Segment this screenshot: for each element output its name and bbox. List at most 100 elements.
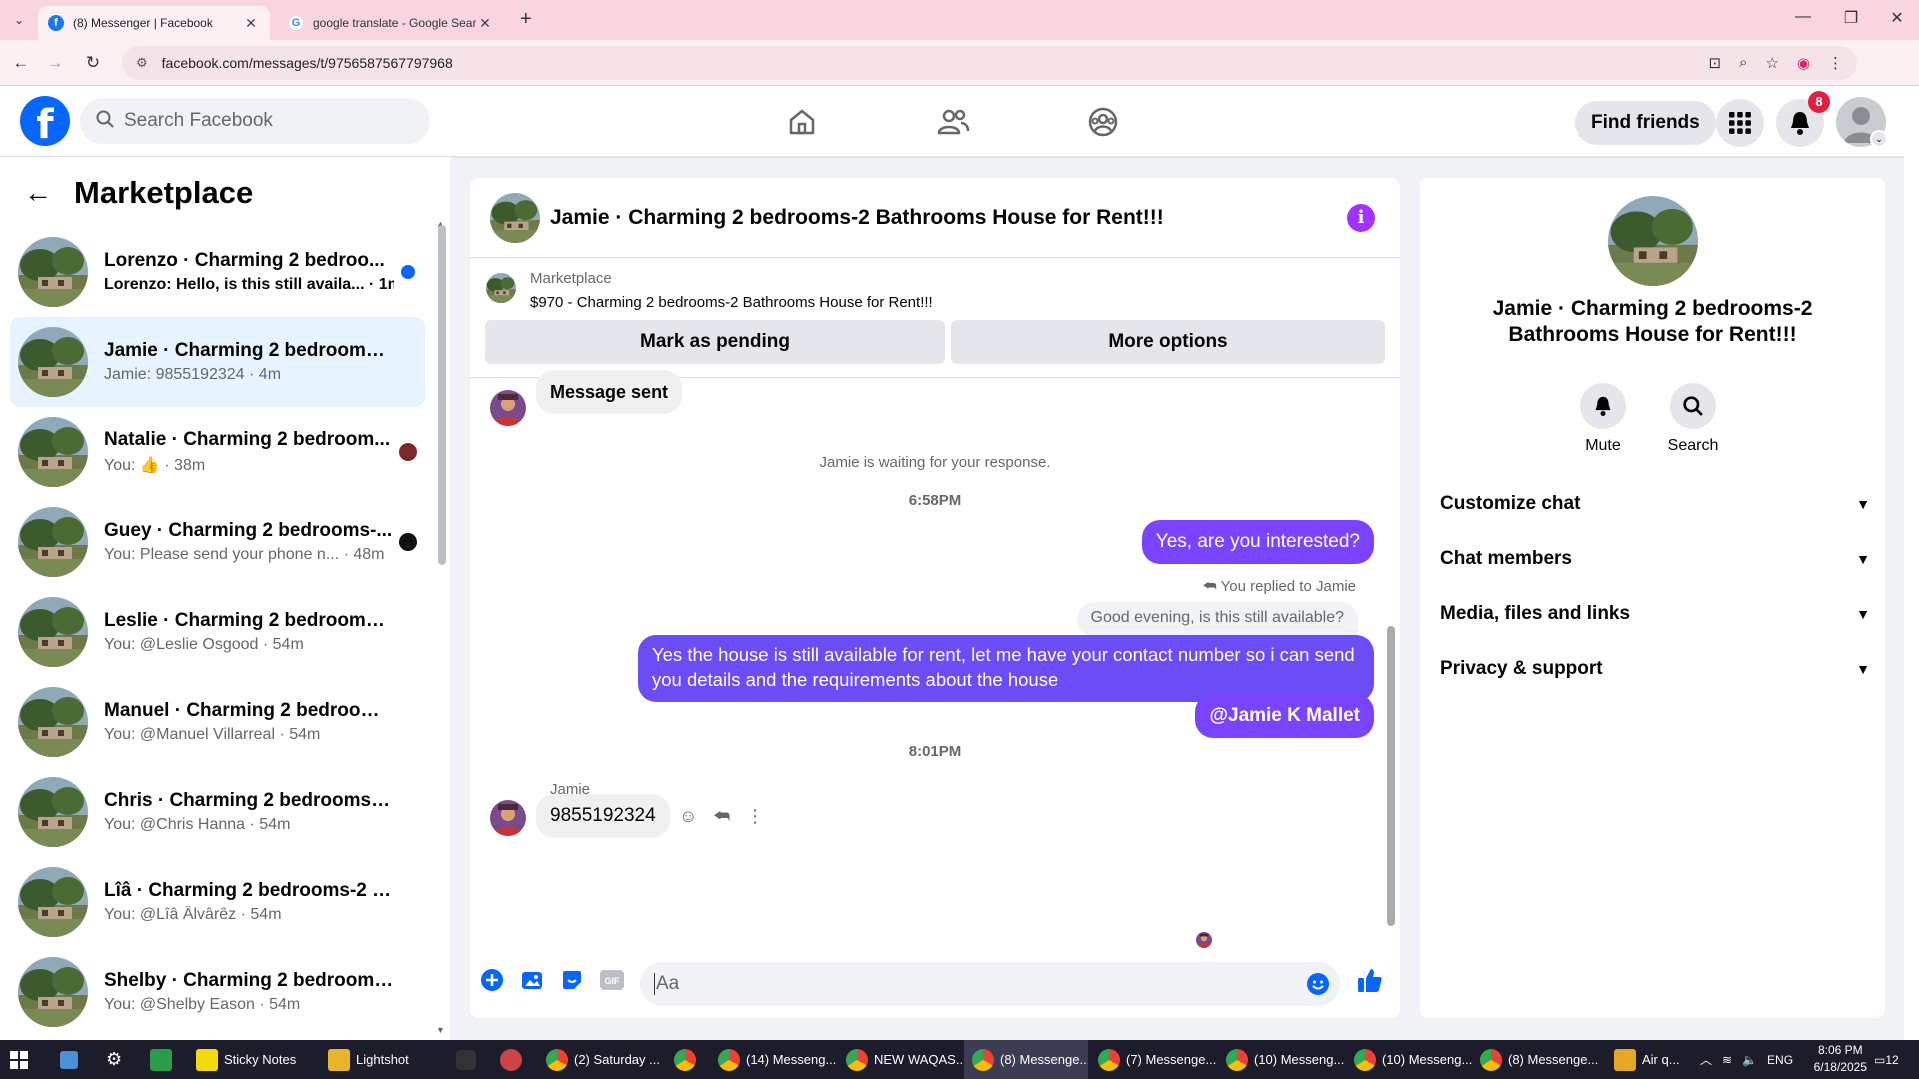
outgoing-message[interactable]: Yes, are you interested? [1141, 520, 1374, 564]
language-indicator[interactable]: ENG [1767, 1053, 1793, 1067]
conversation-item[interactable]: Chris · Charming 2 bedrooms-2 ... You: @C… [10, 767, 425, 857]
listing-profile-photo[interactable] [1608, 196, 1698, 286]
address-bar[interactable]: ⚙ facebook.com/messages/t/97565875677979… [122, 46, 1857, 80]
system-tray[interactable]: ︿ ≋ 🔈 ENG [1700, 1040, 1793, 1079]
facebook-logo-icon[interactable]: f [20, 96, 70, 146]
tab-messenger[interactable]: f (8) Messenger | Facebook ✕ [38, 6, 270, 40]
tray-chevron-icon[interactable]: ︿ [1700, 1051, 1712, 1068]
chat-members-section[interactable]: Chat members ▼ [1440, 537, 1870, 581]
chrome-icon[interactable] [674, 1040, 702, 1079]
privacy-support-section[interactable]: Privacy & support ▼ [1440, 647, 1870, 691]
jamie-avatar[interactable] [490, 800, 526, 836]
incoming-message[interactable]: 9855192324 [536, 794, 670, 838]
conversation-item[interactable]: Jamie · Charming 2 bedrooms-2 ... Jamie: … [10, 317, 425, 407]
taskbar-chrome-window[interactable]: NEW WAQAS... [846, 1040, 967, 1079]
more-kebab-icon[interactable]: ⋮ [746, 806, 764, 827]
page-scrollbar[interactable] [1904, 86, 1919, 1040]
back-arrow-icon[interactable]: ← [24, 177, 52, 209]
taskbar-chrome-window[interactable]: (7) Messenge... [1098, 1040, 1216, 1079]
profile-icon[interactable]: ◉ [1797, 54, 1810, 72]
install-app-icon[interactable]: ⊡ [1708, 54, 1721, 72]
outgoing-message[interactable]: Yes the house is still available for ren… [638, 635, 1374, 702]
taskbar-chrome-window-active[interactable]: (8) Messenge... [964, 1040, 1088, 1079]
conversation-item[interactable]: Natalie · Charming 2 bedroom... You: 👍 · … [10, 407, 425, 497]
taskbar-clock[interactable]: 8:06 PM 6/18/2025 [1814, 1042, 1867, 1076]
close-tab-icon[interactable]: ✕ [476, 15, 494, 32]
site-info-icon[interactable]: ⚙ [136, 55, 148, 71]
friends-icon[interactable] [933, 102, 973, 142]
listing-title[interactable]: $970 - Charming 2 bedrooms-2 Bathrooms H… [530, 294, 933, 311]
start-button[interactable] [10, 1040, 28, 1079]
menu-grid-button[interactable] [1716, 99, 1764, 147]
conversation-item[interactable]: Leslie · Charming 2 bedrooms-2 ... You: @… [10, 587, 425, 677]
mute-button[interactable]: Mute [1563, 383, 1643, 455]
listing-avatar[interactable] [490, 192, 540, 243]
chevron-down-icon[interactable]: ⌄ [1870, 130, 1888, 148]
scroll-down-icon[interactable]: ▼ [436, 1025, 445, 1035]
mark-as-pending-button[interactable]: Mark as pending [485, 320, 945, 364]
app-icon[interactable] [500, 1040, 528, 1079]
mute-label: Mute [1585, 437, 1621, 454]
close-tab-icon[interactable]: ✕ [242, 15, 260, 32]
zoom-icon[interactable]: ⌕ [1739, 54, 1747, 72]
forward-button[interactable]: → [42, 50, 68, 76]
menu-kebab-icon[interactable]: ⋮ [1828, 54, 1843, 72]
search-facebook-input[interactable]: Search Facebook [80, 98, 430, 144]
tab-title: (8) Messenger | Facebook [73, 16, 213, 30]
reply-icon[interactable]: ⮪ [713, 806, 730, 827]
media-files-links-section[interactable]: Media, files and links ▼ [1440, 592, 1870, 636]
reload-button[interactable]: ↻ [80, 50, 106, 76]
info-icon[interactable]: i [1347, 204, 1375, 232]
tab-search-dropdown[interactable]: ⌄ [8, 9, 30, 31]
settings-gear-icon[interactable]: ⚙ [106, 1040, 122, 1079]
notification-center[interactable]: ▭ 12 [1874, 1040, 1899, 1079]
emoji-icon[interactable] [1306, 972, 1330, 1002]
conversation-item[interactable]: Lorenzo · Charming 2 bedroo... Lorenzo: H… [10, 227, 425, 317]
react-emoji-icon[interactable]: ☺ [679, 806, 697, 827]
taskbar-sticky-notes[interactable]: Sticky Notes [196, 1040, 296, 1079]
plus-circle-icon[interactable] [478, 966, 506, 994]
message-input[interactable]: Aa [640, 962, 1340, 1006]
message-bubble[interactable]: Message sent [536, 370, 683, 414]
taskbar-chrome-window[interactable]: (8) Messenge... [1480, 1040, 1598, 1079]
volume-icon[interactable]: 🔈 [1742, 1053, 1757, 1067]
outgoing-mention[interactable]: @Jamie K Mallet [1195, 694, 1374, 738]
jamie-avatar[interactable] [490, 390, 526, 426]
find-friends-button[interactable]: Find friends [1575, 101, 1716, 145]
minimize-button[interactable]: — [1780, 8, 1826, 26]
wifi-icon[interactable]: ≋ [1722, 1053, 1732, 1067]
photo-icon[interactable] [518, 966, 546, 994]
app-icon[interactable] [150, 1040, 178, 1079]
taskbar-lightshot[interactable]: Lightshot [328, 1040, 409, 1079]
sticker-icon[interactable] [558, 966, 586, 994]
conversation-item[interactable]: Guey · Charming 2 bedrooms-... You: Pleas… [10, 497, 425, 587]
restore-button[interactable]: ❐ [1828, 8, 1874, 28]
listing-thumbnail[interactable] [486, 273, 516, 303]
conversation-item[interactable]: Shelby · Charming 2 bedrooms-... You: @Sh… [10, 947, 425, 1037]
taskbar-chrome-window[interactable]: (14) Messeng... [718, 1040, 836, 1079]
chat-title[interactable]: Jamie · Charming 2 bedrooms-2 Bathrooms … [550, 206, 1164, 230]
taskbar-chrome-window[interactable]: (10) Messeng... [1354, 1040, 1472, 1079]
app-icon[interactable] [456, 1040, 482, 1079]
gif-icon[interactable]: GIF [598, 966, 626, 994]
back-button[interactable]: ← [8, 50, 34, 76]
taskbar-chrome-window[interactable]: (2) Saturday ... [546, 1040, 660, 1079]
calculator-icon[interactable] [60, 1040, 84, 1079]
sidebar-scrollbar[interactable] [438, 225, 446, 565]
taskbar-chrome-window[interactable]: (10) Messeng... [1226, 1040, 1344, 1079]
more-options-button[interactable]: More options [951, 320, 1385, 364]
like-thumb-icon[interactable] [1356, 966, 1384, 994]
new-tab-button[interactable]: + [520, 8, 532, 31]
close-window-button[interactable]: ✕ [1874, 8, 1919, 28]
bookmark-star-icon[interactable]: ☆ [1765, 54, 1778, 72]
customize-chat-section[interactable]: Customize chat ▼ [1440, 482, 1870, 526]
chat-scrollbar[interactable] [1387, 626, 1395, 926]
taskbar-weather[interactable]: Air q... [1614, 1040, 1680, 1079]
conversation-item[interactable]: Manuel · Charming 2 bedrooms-... You: @Ma… [10, 677, 425, 767]
search-in-chat-button[interactable]: Search [1653, 383, 1733, 455]
quoted-message[interactable]: Good evening, is this still available? [1076, 602, 1358, 637]
tab-google-translate[interactable]: G google translate - Google Search ✕ [278, 6, 504, 40]
conversation-item[interactable]: Lîâ · Charming 2 bedrooms-2 Ba... You: @L… [10, 857, 425, 947]
home-icon[interactable] [782, 102, 822, 142]
groups-icon[interactable] [1083, 102, 1123, 142]
